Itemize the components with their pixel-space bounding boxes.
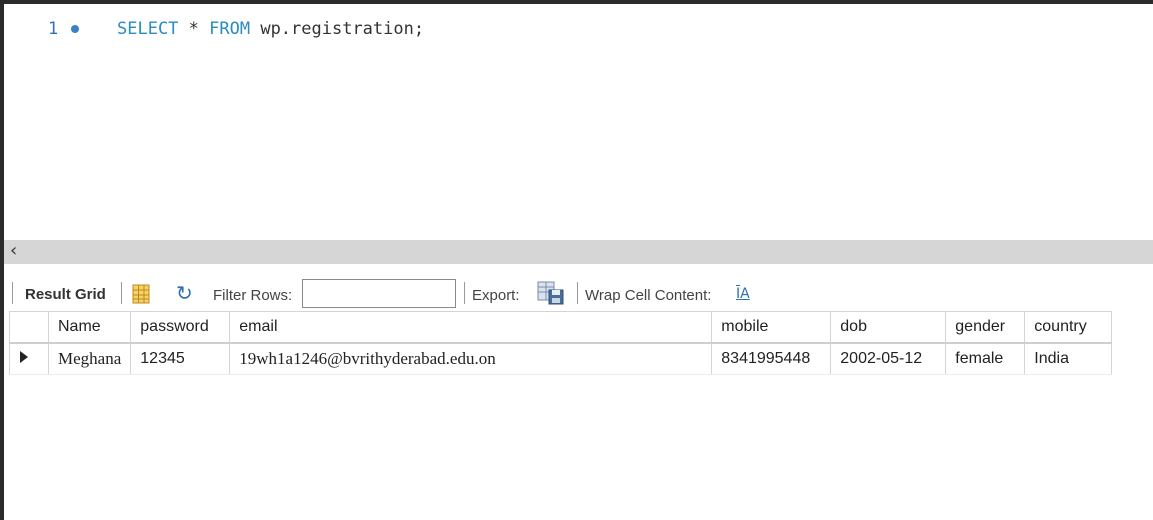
sql-keyword-from: FROM (209, 19, 251, 39)
column-header[interactable]: Name (47, 311, 132, 344)
workbench-frame: 1 SELECT * FROM wp.registration; ‹ Resul… (4, 4, 1153, 520)
horizontal-scrollbar[interactable]: ‹ (4, 240, 1153, 264)
column-header[interactable]: country (1024, 311, 1113, 344)
table-cell[interactable]: 12345 (130, 342, 231, 375)
table-cell[interactable]: India (1024, 342, 1113, 375)
table-cell[interactable]: Meghana (47, 342, 132, 375)
line-marker-dot (71, 25, 79, 33)
scroll-left-icon[interactable]: ‹ (10, 241, 28, 261)
table-cell[interactable]: 19wh1a1246@bvrithyderabad.edu.on (229, 342, 713, 375)
row-selector[interactable] (9, 342, 49, 375)
export-label: Export: (472, 287, 520, 304)
sql-statement[interactable]: SELECT * FROM wp.registration; (117, 19, 424, 39)
toolbar-separator (464, 282, 465, 304)
line-number: 1 (48, 19, 59, 39)
grid-view-icon[interactable] (132, 284, 150, 304)
toolbar-separator (12, 282, 13, 304)
export-icon[interactable] (537, 281, 565, 305)
table-cell[interactable]: 2002-05-12 (830, 342, 947, 375)
table-row[interactable]: Meghana 12345 19wh1a1246@bvrithyderabad.… (9, 342, 1113, 375)
table-cell[interactable]: female (945, 342, 1026, 375)
column-header[interactable]: dob (830, 311, 947, 344)
filter-rows-label: Filter Rows: (213, 287, 293, 304)
column-header[interactable]: gender (945, 311, 1026, 344)
column-header[interactable]: email (229, 311, 713, 344)
table-header-row: Name password email mobile dob gender co… (9, 311, 1113, 344)
sql-table-name: wp.registration; (250, 19, 425, 39)
result-grid-label[interactable]: Result Grid (25, 286, 106, 303)
table-cell[interactable]: 8341995448 (711, 342, 832, 375)
column-header[interactable]: password (130, 311, 231, 344)
refresh-icon[interactable]: ↻ (176, 284, 200, 304)
result-toolbar: Result Grid ↻ Filter Rows: Export: Wrap … (4, 274, 1153, 310)
result-grid-table: Name password email mobile dob gender co… (9, 311, 1113, 375)
column-header[interactable]: mobile (711, 311, 832, 344)
row-header-corner (9, 311, 49, 344)
sql-editor[interactable]: 1 SELECT * FROM wp.registration; (4, 4, 1153, 240)
filter-rows-input[interactable] (302, 279, 456, 308)
current-row-arrow-icon (20, 351, 28, 363)
toolbar-separator (121, 282, 122, 304)
sql-keyword-select: SELECT (117, 19, 179, 39)
wrap-cell-icon[interactable]: ĪA (736, 286, 750, 302)
wrap-cell-content-label: Wrap Cell Content: (585, 287, 712, 304)
sql-star: * (178, 19, 210, 39)
toolbar-separator (577, 282, 578, 304)
